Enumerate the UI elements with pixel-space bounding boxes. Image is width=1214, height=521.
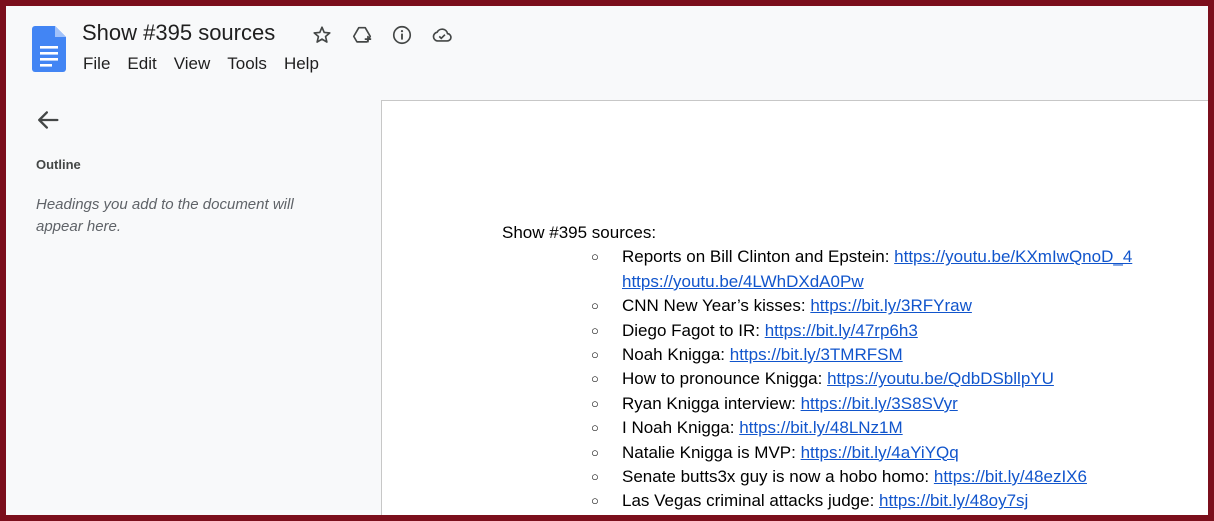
outline-sidebar: Outline Headings you add to the document… [6,96,380,515]
list-item: ○ Ryan Knigga interview: https://bit.ly/… [502,392,1182,416]
item-link[interactable]: https://youtu.be/QdbDSbllpYU [827,369,1054,388]
item-text: Noah Knigga: [622,345,730,365]
item-text: Natalie Knigga is MVP: [622,442,801,462]
menu-bar: File Edit View Tools Help [77,52,330,76]
menu-tools[interactable]: Tools [221,52,273,76]
list-item: ○ Las Vegas criminal attacks judge: http… [502,489,1182,513]
item-link[interactable]: https://bit.ly/3S8SVyr [801,394,958,413]
document-heading: Show #395 sources: [502,223,657,242]
menu-file[interactable]: File [77,52,116,76]
hollow-bullet-icon: ○ [591,298,599,314]
header: Show #395 sources File Edit View Tools H… [6,6,1208,96]
item-link[interactable]: https://bit.ly/48LNz1M [739,418,902,437]
back-arrow-icon[interactable] [34,106,62,134]
move-to-drive-icon[interactable] [342,22,382,48]
item-text: Las Vegas criminal attacks judge: [622,491,880,511]
item-link-2[interactable]: https://youtu.be/4LWhDXdA0Pw [622,272,864,291]
hollow-bullet-icon: ○ [591,420,599,436]
outline-empty-hint: Headings you add to the document will ap… [36,196,294,235]
hollow-bullet-icon: ○ [591,347,599,363]
list-item: ○ Natalie Knigga is MVP: https://bit.ly/… [502,441,1182,465]
app-window: Show #395 sources File Edit View Tools H… [6,6,1208,515]
item-link[interactable]: https://bit.ly/3RFYraw [810,296,972,315]
item-link[interactable]: https://bit.ly/4aYiYQq [801,443,959,462]
list-item: ○ Diego Fagot to IR: https://bit.ly/47rp… [502,319,1182,343]
hollow-bullet-icon: ○ [591,322,599,338]
item-text: Diego Fagot to IR: [622,320,765,340]
item-link[interactable]: https://bit.ly/3TMRFSM [730,345,903,364]
hollow-bullet-icon: ○ [591,493,599,509]
document-body: Show #395 sources: ○ Reports on Bill Cli… [502,221,1182,514]
hollow-bullet-icon: ○ [591,249,599,265]
menu-help[interactable]: Help [278,52,325,76]
menu-edit[interactable]: Edit [121,52,162,76]
item-text: Ryan Knigga interview: [622,393,801,413]
document-page[interactable]: Show #395 sources: ○ Reports on Bill Cli… [381,100,1208,515]
item-text: How to pronounce Knigga: [622,369,828,389]
sources-list: ○ Reports on Bill Clinton and Epstein: h… [502,245,1182,513]
list-item: ○ Senate butts3x guy is now a hobo homo:… [502,465,1182,489]
item-text: Reports on Bill Clinton and Epstein: [622,247,895,267]
star-icon[interactable] [302,22,342,48]
cloud-status-icon[interactable] [422,22,462,48]
item-text: CNN New Year’s kisses: [622,296,811,316]
list-item: ○ CNN New Year’s kisses: https://bit.ly/… [502,294,1182,318]
item-text: Senate butts3x guy is now a hobo homo: [622,467,934,487]
menu-view[interactable]: View [168,52,217,76]
item-link[interactable]: https://bit.ly/48ezIX6 [934,467,1087,486]
title-actions [302,22,462,48]
list-item: ○ Noah Knigga: https://bit.ly/3TMRFSM [502,343,1182,367]
list-item: ○ Reports on Bill Clinton and Epstein: h… [502,245,1182,294]
hollow-bullet-icon: ○ [591,371,599,387]
document-title[interactable]: Show #395 sources [82,20,275,46]
item-text: I Noah Knigga: [622,418,740,438]
hollow-bullet-icon: ○ [591,444,599,460]
hollow-bullet-icon: ○ [591,469,599,485]
outline-heading: Outline [36,157,81,172]
info-icon[interactable] [382,22,422,48]
item-link[interactable]: https://youtu.be/KXmIwQnoD_4 [894,247,1132,266]
list-item: ○ How to pronounce Knigga: https://youtu… [502,367,1182,391]
item-link[interactable]: https://bit.ly/48oy7sj [879,491,1028,510]
hollow-bullet-icon: ○ [591,395,599,411]
docs-logo-icon[interactable] [32,26,66,72]
list-item: ○ I Noah Knigga: https://bit.ly/48LNz1M [502,416,1182,440]
item-link[interactable]: https://bit.ly/47rp6h3 [765,321,918,340]
